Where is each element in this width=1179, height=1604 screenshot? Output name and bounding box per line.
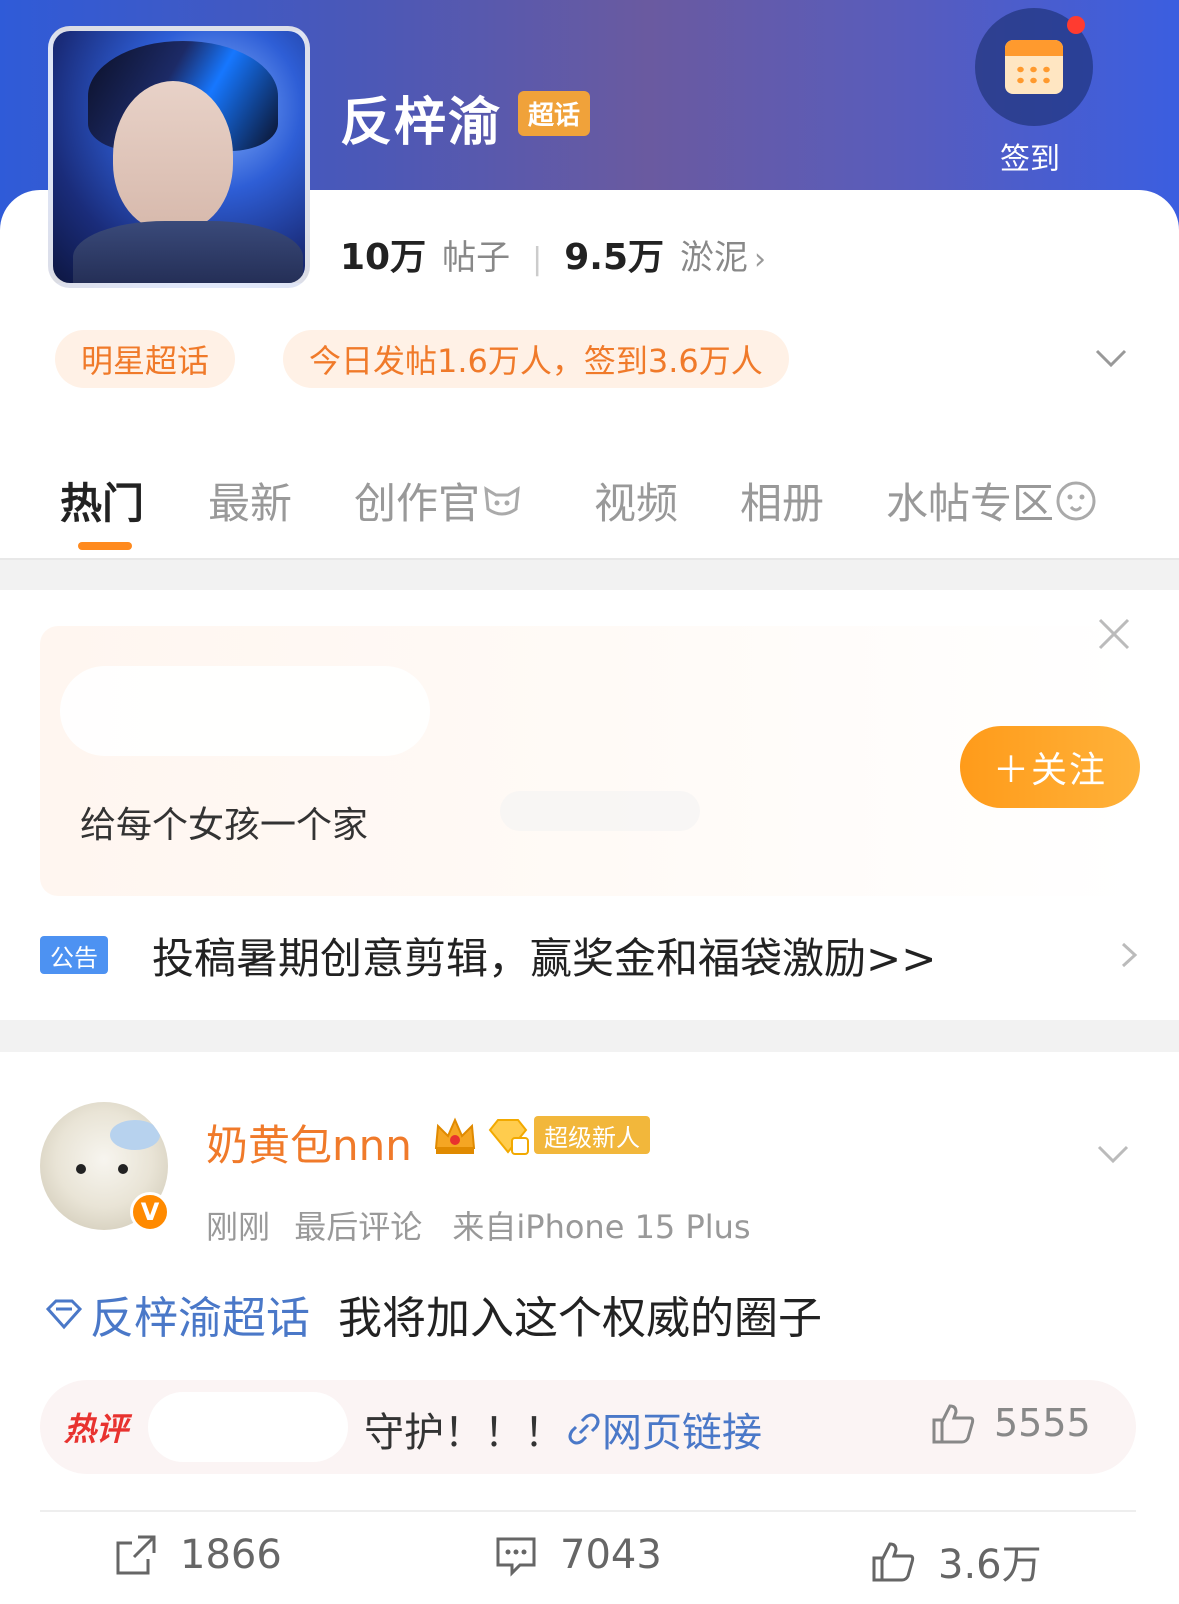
checkin-label[interactable]: 签到 — [1000, 134, 1060, 178]
like-button[interactable]: 3.6万 — [870, 1532, 1042, 1590]
creator-face-icon — [484, 485, 520, 515]
crown-icon — [434, 1117, 476, 1154]
tab-album[interactable]: 相册 — [740, 470, 824, 531]
super-newbie-badge: 超级新人 — [534, 1116, 650, 1154]
diamond-badge-icon — [488, 1119, 529, 1155]
supertopic-diamond-icon — [45, 1299, 83, 1330]
verified-badge-icon: V — [130, 1192, 170, 1232]
follow-button[interactable]: ＋关注 — [960, 726, 1140, 808]
promo-text: 给每个女孩一个家 — [80, 805, 369, 846]
topic-link[interactable]: 反梓渝超话 — [44, 1282, 310, 1346]
sticker-face-icon — [1056, 481, 1096, 520]
page-title: 反梓渝 — [340, 93, 503, 153]
post-text: 我将加入这个权威的圈子 — [338, 1293, 822, 1344]
active-tab-indicator — [78, 542, 132, 550]
repost-button[interactable]: 1866 — [114, 1532, 282, 1578]
posts-count: 10万 — [340, 237, 427, 278]
tab-hot[interactable]: 热门 — [60, 470, 144, 531]
share-icon — [116, 1535, 156, 1575]
tab-creator[interactable]: 创作官 — [354, 470, 524, 531]
redacted-block — [148, 1392, 348, 1462]
posts-label: 帖子 — [442, 238, 511, 278]
announcement-text: 投稿暑期创意剪辑，赢奖金和福袋激励>> — [152, 933, 937, 983]
promo-section: 给每个女孩一个家 ＋关注 公告 投稿暑期创意剪辑，赢奖金和福袋激励>> — [0, 590, 1179, 1020]
today-stats-tag[interactable]: 今日发帖1.6万人，签到3.6万人 — [283, 330, 789, 388]
supertopic-badge: 超话 — [518, 91, 591, 136]
hot-comment-tag: 热评 — [64, 1410, 129, 1448]
link-icon — [568, 1413, 600, 1445]
tab-bar: 热门 最新 创作官 视频 相册 水帖专区 — [0, 470, 1179, 530]
hot-comment-text: 守护！！！ — [364, 1410, 564, 1456]
hot-comment[interactable]: 热评 守护！！！ 网页链接 5555 — [40, 1380, 1136, 1474]
hot-comment-like[interactable]: 5555 — [930, 1400, 1091, 1446]
chevron-right-icon: › — [754, 242, 766, 277]
chevron-down-icon[interactable] — [1096, 1136, 1130, 1170]
tab-water-posts[interactable]: 水帖专区 — [886, 470, 1098, 531]
category-tag[interactable]: 明星超话 — [55, 330, 236, 388]
announcement-tag: 公告 — [40, 936, 108, 974]
post-meta: 刚刚 最后评论 来自iPhone 15 Plus — [206, 1202, 751, 1248]
chevron-down-icon[interactable] — [1094, 340, 1128, 374]
post-meta-action: 最后评论 — [294, 1208, 423, 1246]
members-count: 9.5万 — [564, 237, 664, 278]
tab-video[interactable]: 视频 — [594, 470, 678, 531]
supertopic-avatar[interactable] — [48, 26, 310, 288]
thumbs-up-icon — [932, 1404, 975, 1444]
comment-icon — [496, 1537, 536, 1577]
post-content[interactable]: 反梓渝超话 我将加入这个权威的圈子 — [44, 1282, 822, 1346]
tab-divider — [0, 558, 1179, 560]
members-label: 淤泥 — [680, 238, 748, 278]
post-divider — [40, 1510, 1136, 1512]
redacted-block — [60, 666, 430, 756]
chevron-right-icon — [1121, 942, 1138, 968]
thumbs-up-icon — [872, 1542, 915, 1582]
announcement[interactable]: 公告 投稿暑期创意剪辑，赢奖金和福袋激励>> — [40, 920, 1140, 990]
notification-dot — [1067, 16, 1085, 34]
author-name[interactable]: 奶黄包nnn — [206, 1112, 412, 1173]
checkin-button[interactable] — [975, 8, 1093, 126]
post-source: 来自iPhone 15 Plus — [452, 1208, 751, 1246]
tab-latest[interactable]: 最新 — [208, 470, 292, 531]
supertopic-stats[interactable]: 10万 帖子 | 9.5万 淤泥 › — [340, 228, 766, 280]
close-icon[interactable] — [1096, 616, 1132, 652]
comment-button[interactable]: 7043 — [494, 1532, 662, 1578]
web-link[interactable]: 网页链接 — [566, 1400, 762, 1458]
stats-divider: | — [532, 242, 543, 277]
redacted-block — [500, 791, 700, 831]
post-card: V 奶黄包nnn 超级新人 刚刚 最后评论 来自iPhone 15 Plus 反… — [0, 1052, 1179, 1604]
post-time: 刚刚 — [206, 1208, 271, 1246]
calendar-icon — [1005, 40, 1063, 94]
